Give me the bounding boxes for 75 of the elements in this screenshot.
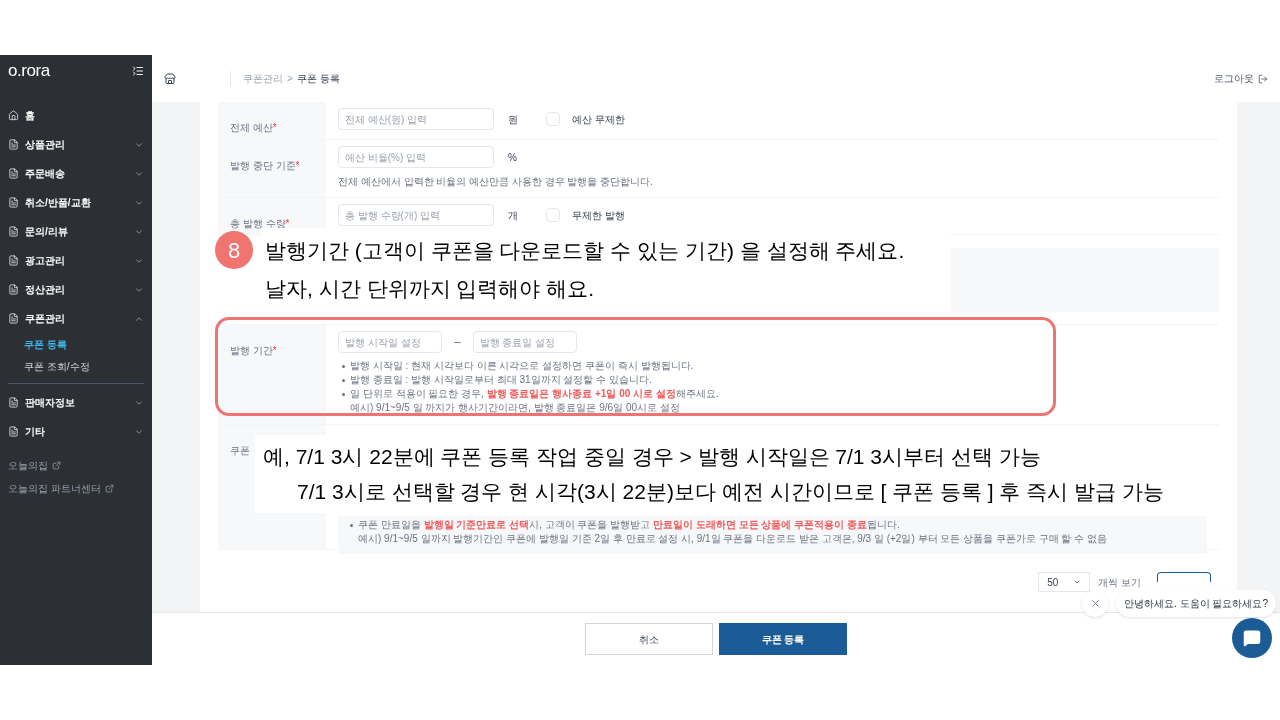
field-label: 총 발행 수량* [230,218,290,229]
external-link[interactable]: 오늘의집 파트너센터 [8,481,144,496]
checkbox[interactable] [546,208,560,222]
logout-button[interactable]: 로그아웃 [1214,71,1268,86]
document-icon [8,397,19,408]
note-text: 발행 시작일 : 현재 시각보다 이른 시각으로 설정하면 쿠폰이 즉시 발행됩니다. [350,359,694,373]
home-icon [8,110,19,121]
input-field[interactable]: 발행 시작일 설정 [338,331,442,353]
register-button[interactable]: 쿠폰 등록 [719,623,847,655]
cancel-button[interactable]: 취소 [585,623,713,655]
collapse-icon[interactable] [132,65,144,77]
chat-greeting: 안녕하세요. 도움이 필요하세요? [1116,590,1276,617]
external-link-icon [104,484,114,493]
callout-text: 7/1 3시로 선택할 경우 현 시각(3시 22분)보다 예전 시간이므로 [ 쿠폰 등록 ] 후 즉시 발급 가능 [296,478,1165,505]
close-icon [1089,598,1101,609]
logo[interactable]: o.rora [8,58,50,84]
sidebar-item[interactable]: 취소/반품/교환 [8,188,144,217]
checkbox-label: 예산 무제한 [572,112,625,127]
document-icon [8,255,19,266]
logout-icon [1258,73,1268,84]
input-field[interactable]: 총 발행 수량(개) 입력 [338,204,494,226]
document-icon [8,426,19,437]
note-text: 예시) 9/1~9/5 일까지 발행기간인 쿠폰에 발행일 기준 2일 후 만료로 설정 시, 9/1일 쿠폰을 다운로드 받은 고객은, 9/3 일 (+2일) 부터 모든 상품을 쿠폰가로 구매 할 수 없음 [358,532,1107,546]
sidebar-item[interactable]: 홈 [8,101,144,130]
document-icon [8,284,19,295]
external-link[interactable]: 오늘의집 [8,458,144,473]
dropdown-caret-icon [1073,578,1082,586]
unit-label: 원 [508,112,518,127]
bullet-icon [342,392,345,396]
note-text: 쿠폰 만료일을 발행일 기준만료로 선택시, 고객이 쿠폰을 발행받고 만료일이 도래하면 모든 상품에 쿠폰적용이 종료됩니다. [358,518,900,532]
unit-label: % [508,150,517,165]
sidebar-item[interactable]: 정산관리 [8,275,144,304]
document-icon [8,139,19,150]
sidebar-item[interactable]: 판매자정보 [8,388,144,417]
note-text: 발행 종료일 : 발행 시작일로부터 최대 31일까지 설정할 수 있습니다. [350,373,652,387]
sidebar-item[interactable]: 쿠폰관리 [8,304,144,333]
input-field[interactable]: 전체 예산(원) 입력 [338,108,494,130]
sidebar-item[interactable]: 상품관리 [8,130,144,159]
outlined-button[interactable] [1157,572,1211,582]
sidebar-item[interactable]: 기타 [8,417,144,446]
breadcrumb-separator: > [287,72,293,86]
document-icon [8,168,19,179]
range-separator: – [453,334,462,350]
checkbox-label: 무제한 발행 [572,208,625,223]
field-label: 쿠폰 [230,445,250,456]
callout-text: 날자, 시간 단위까지 입력해야 해요. [265,276,595,303]
field-label: 전체 예산* [230,122,277,133]
callout-text: 예, 7/1 3시 22분에 쿠폰 등록 작업 중일 경우 > 발행 시작일은 7/1 3시부터 선택 가능 [263,443,1042,470]
page-size-label: 개씩 보기 [1098,575,1141,590]
checkbox[interactable] [546,112,560,126]
input-field[interactable]: 예산 비율(%) 입력 [338,146,494,168]
chat-bubble-icon [1243,629,1261,647]
callout-text: 발행기간 (고객이 쿠폰을 다운로드할 수 있는 기간) 을 설정해 주세요. [265,238,906,265]
sidebar-item[interactable]: 주문배송 [8,159,144,188]
help-text: 전체 예산에서 입력한 비율의 예산만큼 사용한 경우 발행을 중단합니다. [338,175,654,189]
bullet-icon [350,523,353,527]
external-link-icon [52,461,61,470]
input-field[interactable]: 발행 종료일 설정 [472,331,577,353]
store-icon[interactable] [164,72,176,85]
sidebar-item[interactable]: 문의/리뷰 [8,217,144,246]
field-label: 발행 중단 기준* [230,160,300,171]
unit-label: 개 [508,208,518,223]
bullet-icon [342,378,345,382]
page-size-select[interactable]: 50 [1038,572,1091,592]
field-label: 발행 기간* [230,345,277,356]
sidebar-subitem[interactable]: 쿠폰 등록 [8,333,144,355]
sidebar-subitem[interactable]: 쿠폰 조회/수정 [8,355,144,377]
document-icon [8,313,19,324]
note-text: 일 단위로 적용이 필요한 경우, 발행 종료일은 행사종료 +1일 00 시로 설정해주세요. [350,387,719,401]
document-icon [8,197,19,208]
bullet-icon [342,364,345,368]
breadcrumb-item: 쿠폰 등록 [296,72,340,86]
note-text: 예시) 9/1~9/5 일 까지가 행사기간이라면, 발행 종료일은 9/6일 00시로 설정 [350,401,680,415]
document-icon [8,226,19,237]
sidebar-item[interactable]: 광고관리 [8,246,144,275]
